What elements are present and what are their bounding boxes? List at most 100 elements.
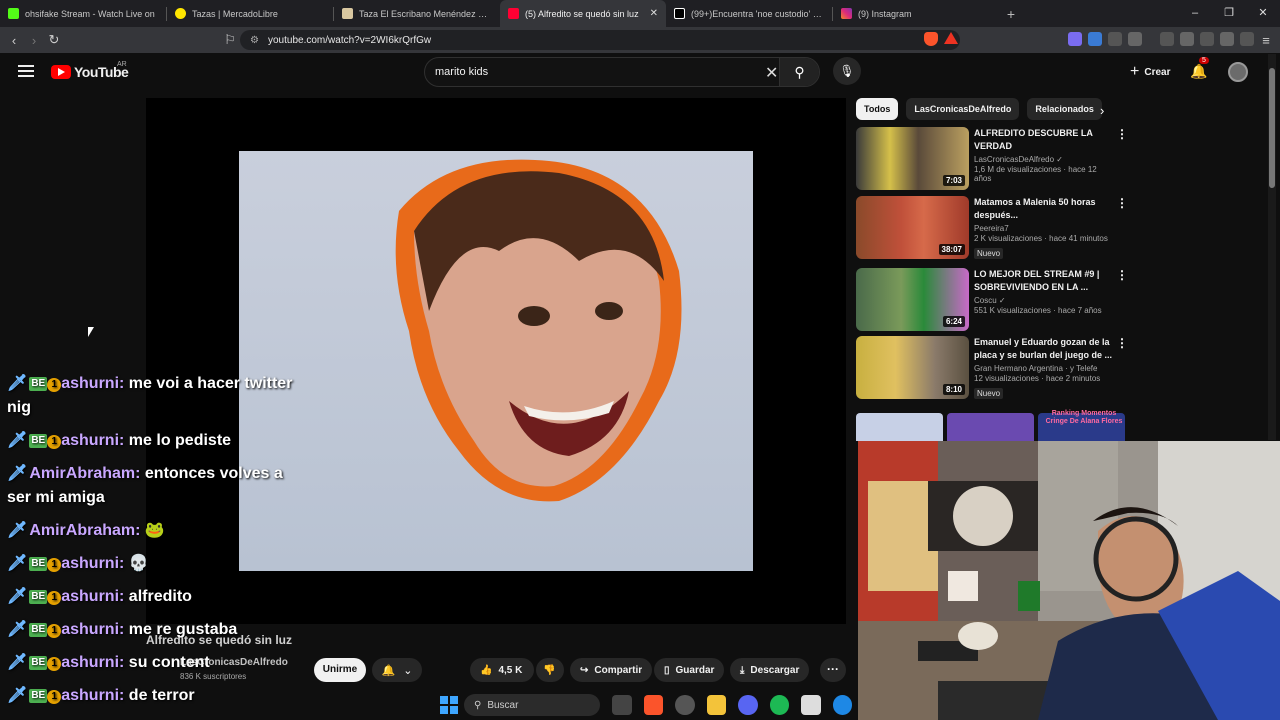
chat-message: 🗡 BE 1 ashurni: me voi a hacer twitter nig: [7, 375, 293, 416]
reload-icon[interactable]: ↻: [44, 32, 64, 48]
media-icon[interactable]: [1160, 32, 1174, 46]
search-icon[interactable]: ⚲: [779, 58, 819, 86]
recommendation-title[interactable]: LO MEJOR DEL STREAM #9 | SOBREVIVIENDO E…: [974, 268, 1114, 294]
back-icon[interactable]: ‹: [4, 33, 24, 48]
chevron-right-icon[interactable]: ›: [1100, 103, 1104, 118]
more-actions-icon[interactable]: ···: [820, 658, 846, 682]
more-options-icon[interactable]: ⋮: [1116, 196, 1128, 210]
recommendation-item[interactable]: 6:24 LO MEJOR DEL STREAM #9 | SOBREVIVIE…: [856, 268, 1128, 332]
app-icon[interactable]: [832, 695, 853, 715]
browser-tab[interactable]: (9) Instagram: [833, 0, 999, 27]
windows-start-icon[interactable]: [440, 696, 458, 714]
notifications-bell-icon[interactable]: 🔔 5: [1190, 57, 1209, 80]
url-field[interactable]: ⚙ youtube.com/watch?v=2WI6krQrfGw: [240, 30, 960, 50]
chip-channel[interactable]: LasCronicasDeAlfredo: [906, 98, 1020, 120]
brave-rewards-icon[interactable]: [944, 32, 958, 44]
leo-icon[interactable]: [1220, 32, 1234, 46]
browser-tab[interactable]: (99+)Encuentra 'noe custodio' en Tik: [666, 0, 832, 27]
recommendation-channel[interactable]: Gran Hermano Argentina · y Telefe: [974, 364, 1114, 373]
search-box[interactable]: marito kids ✕ ⚲: [424, 57, 820, 87]
mouse-cursor: [88, 327, 94, 337]
extension-icon[interactable]: [1088, 32, 1102, 46]
sword-badge-icon: 🗡: [7, 465, 28, 482]
site-settings-icon[interactable]: ⚙: [250, 35, 259, 46]
more-options-icon[interactable]: ⋮: [1116, 127, 1128, 141]
download-button[interactable]: ⤓ Descargar: [730, 658, 810, 682]
browser-tab[interactable]: ohsifake Stream - Watch Live on: [0, 0, 166, 27]
more-options-icon[interactable]: ⋮: [1116, 268, 1128, 282]
recommendation-item[interactable]: 38:07 Matamos a Malenia 50 horas después…: [856, 196, 1128, 260]
avatar[interactable]: [1228, 62, 1248, 82]
scrollbar[interactable]: [1268, 54, 1276, 440]
like-button[interactable]: 👍 4,5 K: [470, 658, 534, 682]
menu-icon[interactable]: ≡: [1256, 33, 1276, 48]
spotify-icon[interactable]: [769, 695, 790, 715]
new-badge: Nuevo: [974, 388, 1004, 399]
recommendation-item[interactable]: 8:10 Emanuel y Eduardo gozan de la placa…: [856, 336, 1128, 400]
subscription-notification-button[interactable]: 🔔 ⌄: [372, 658, 422, 682]
duration-badge: 8:10: [942, 384, 965, 395]
recommendation-title[interactable]: Emanuel y Eduardo gozan de la placa y se…: [974, 336, 1114, 362]
search-input[interactable]: marito kids: [435, 66, 488, 78]
microphone-icon[interactable]: 🎙: [833, 57, 861, 85]
recommendation-item[interactable]: 7:03 ALFREDITO DESCUBRE LA VERDAD LasCro…: [856, 127, 1128, 191]
youtube-header: YouTube AR marito kids ✕ ⚲ 🎙 + Crear 🔔 5: [0, 53, 1280, 93]
video-thumbnail[interactable]: 38:07: [856, 196, 969, 259]
browser-tab-active[interactable]: (5) Alfredito se quedó sin luz ✕: [500, 0, 666, 27]
extension-icon[interactable]: [1128, 32, 1142, 46]
maximize-button[interactable]: ❐: [1212, 0, 1246, 27]
youtube-logo[interactable]: YouTube AR: [51, 61, 129, 80]
search-icon: ⚲: [474, 699, 482, 711]
wallet-icon[interactable]: [1200, 32, 1214, 46]
discord-icon[interactable]: [738, 695, 758, 715]
minimize-button[interactable]: –: [1178, 0, 1212, 27]
vpn-icon[interactable]: [1240, 32, 1254, 46]
new-badge: Nuevo: [974, 248, 1004, 259]
extension-icon[interactable]: [1068, 32, 1082, 46]
video-thumbnail[interactable]: [947, 413, 1034, 441]
chip-related[interactable]: Relacionados: [1027, 98, 1102, 120]
dislike-button[interactable]: 👎: [536, 658, 564, 682]
video-thumbnail[interactable]: 6:24: [856, 268, 969, 331]
recommendation-info: LO MEJOR DEL STREAM #9 | SOBREVIVIENDO E…: [974, 268, 1114, 315]
brave-browser-icon[interactable]: [643, 695, 664, 715]
share-button[interactable]: ↪ Compartir: [570, 658, 653, 682]
recommendation-title[interactable]: Matamos a Malenia 50 horas después...: [974, 196, 1114, 222]
kick-icon: [8, 8, 19, 19]
clear-search-icon[interactable]: ✕: [765, 63, 778, 83]
close-window-button[interactable]: ✕: [1246, 0, 1280, 27]
taskbar-search[interactable]: ⚲ Buscar: [464, 694, 601, 716]
recommendation-channel[interactable]: Coscu ✓: [974, 296, 1114, 305]
join-button[interactable]: Unirme: [314, 658, 366, 682]
app-icon[interactable]: [801, 695, 821, 715]
new-tab-button[interactable]: +: [999, 6, 1023, 22]
extensions-puzzle-icon[interactable]: [1108, 32, 1122, 46]
save-button[interactable]: ▯ Guardar: [654, 658, 725, 682]
recommendation-info: Matamos a Malenia 50 horas después... Pe…: [974, 196, 1114, 261]
create-button[interactable]: + Crear: [1120, 59, 1180, 85]
recommendation-channel[interactable]: Peereira7: [974, 224, 1114, 233]
task-view-icon[interactable]: [612, 695, 632, 715]
chip-todos[interactable]: Todos: [856, 98, 899, 120]
brave-shield-icon[interactable]: [924, 32, 938, 46]
gold-badge-icon: 1: [47, 591, 62, 605]
browser-tab[interactable]: Tazas | MercadoLibre: [167, 0, 333, 27]
channel-name[interactable]: LasCronicasDeAlfredo: [180, 657, 288, 668]
file-explorer-icon[interactable]: [706, 695, 727, 715]
video-thumbnail[interactable]: [856, 413, 943, 441]
scrollbar-thumb[interactable]: [1269, 68, 1275, 188]
recommendation-title[interactable]: ALFREDITO DESCUBRE LA VERDAD: [974, 127, 1114, 153]
video-thumbnail[interactable]: 7:03: [856, 127, 969, 190]
more-options-icon[interactable]: ⋮: [1116, 336, 1128, 350]
browser-tab[interactable]: Taza El Escribano Menéndez by Prod: [334, 0, 500, 27]
sidebar-icon[interactable]: [1180, 32, 1194, 46]
video-frame[interactable]: [239, 151, 753, 571]
hamburger-menu-icon[interactable]: [18, 65, 34, 77]
sword-badge-icon: 🗡: [7, 432, 28, 449]
app-icon[interactable]: [675, 695, 695, 715]
forward-icon[interactable]: ›: [24, 33, 44, 48]
close-tab-icon[interactable]: ✕: [650, 8, 658, 19]
video-thumbnail[interactable]: 8:10: [856, 336, 969, 399]
recommendation-channel[interactable]: LasCronicasDeAlfredo ✓: [974, 155, 1114, 164]
bookmark-icon[interactable]: ⚐: [220, 32, 240, 48]
